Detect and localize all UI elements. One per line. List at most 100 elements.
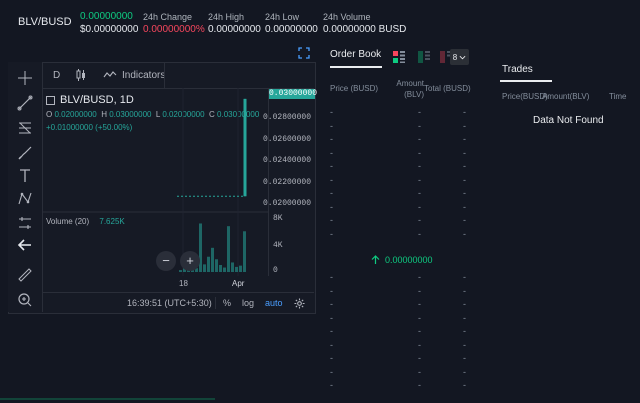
volume-legend-label: Volume (20) xyxy=(46,217,90,226)
volume-legend-value: 7.625K xyxy=(99,217,125,226)
volume-bar xyxy=(235,266,238,272)
chart-bottom-bar: 16:39:51 (UTC+5:30) % log auto xyxy=(43,292,314,313)
change-label: 24h Change xyxy=(143,12,193,22)
brush-icon[interactable] xyxy=(8,143,42,163)
ask-row-price-cell: - xyxy=(330,188,333,198)
ask-row-amount-cell: - xyxy=(418,174,421,185)
ask-row-price-cell: - xyxy=(330,228,333,239)
ask-row-price-cell: - xyxy=(330,120,333,131)
trades-empty-message: Data Not Found xyxy=(533,115,604,126)
ask-row-total-cell: - xyxy=(463,174,466,185)
bid-row-price-cell: - xyxy=(330,353,333,363)
back-arrow-icon[interactable] xyxy=(8,235,42,255)
candle-style-icon[interactable] xyxy=(75,62,87,88)
volume-legend: Volume (20) 7.625K xyxy=(46,217,125,226)
crosshair-icon[interactable] xyxy=(8,68,42,88)
ruler-icon[interactable] xyxy=(8,265,42,285)
interval-button[interactable]: D xyxy=(53,62,60,88)
ask-row-amount-cell: - xyxy=(418,188,421,198)
last-price-usd: $0.00000000 xyxy=(80,24,139,35)
ask-row-price-cell: - xyxy=(330,147,333,158)
orderbook-mid-price: 0.00000000 xyxy=(371,255,433,265)
low-label: 24h Low xyxy=(265,12,300,22)
zoom-icon[interactable] xyxy=(8,290,42,310)
indicators-icon xyxy=(103,71,117,78)
bid-row-price-cell: - xyxy=(330,299,333,309)
bid-row-amount-cell: - xyxy=(418,326,421,336)
orderbook-group-select[interactable]: 8 xyxy=(450,49,469,65)
price-scale[interactable]: 0.03000000 0.02800000 0.02600000 0.02400… xyxy=(263,88,317,276)
volume-tick: 4K xyxy=(273,241,283,250)
bid-row-price-cell: - xyxy=(330,285,333,296)
volume-bar xyxy=(223,267,226,272)
price-tick: 0.02600000 xyxy=(262,135,311,144)
volume-bar xyxy=(239,265,242,272)
bid-row-total-cell: - xyxy=(463,326,466,336)
price-tick: 0.02200000 xyxy=(262,178,311,187)
orderbook-col-total: Total (BUSD) xyxy=(424,84,471,93)
mid-price-value: 0.00000000 xyxy=(385,255,433,265)
pattern-tool-icon[interactable] xyxy=(8,189,42,209)
volume-bar xyxy=(219,265,222,272)
fullscreen-icon[interactable] xyxy=(298,47,310,59)
ask-row-price-cell: - xyxy=(330,107,333,117)
trades-col-price: Price(BUSD) xyxy=(502,92,548,101)
orderbook-view-bids-icon[interactable] xyxy=(418,51,430,66)
ask-row-amount-cell: - xyxy=(418,120,421,131)
bid-row-amount-cell: - xyxy=(418,299,421,309)
bid-row-total-cell: - xyxy=(463,285,466,296)
price-plot[interactable] xyxy=(43,88,268,276)
pair-name[interactable]: BLV/BUSD xyxy=(18,16,72,28)
ask-row-price-cell: - xyxy=(330,161,333,171)
bid-row-price-cell: - xyxy=(330,380,333,390)
bid-row-price-cell: - xyxy=(330,339,333,350)
orderbook-col-amount: Amount (BLV) xyxy=(396,79,424,99)
ask-row-amount-cell: - xyxy=(418,228,421,239)
indicators-button[interactable]: Indicators xyxy=(103,62,165,88)
bid-row-total-cell: - xyxy=(463,366,466,377)
trades-col-time: Time xyxy=(609,92,627,101)
volume-bar xyxy=(215,259,218,272)
bottom-strip xyxy=(0,398,215,400)
ask-row-price-cell: - xyxy=(330,174,333,185)
time-axis[interactable]: 18 Apr xyxy=(43,276,314,292)
price-tick: 0.02800000 xyxy=(262,113,311,122)
orderbook-tab-underline xyxy=(330,66,382,68)
group-value: 8 xyxy=(452,52,458,62)
fib-tool-icon[interactable] xyxy=(8,118,42,138)
ask-row-price-cell: - xyxy=(330,134,333,144)
log-toggle[interactable]: log xyxy=(242,293,254,313)
bid-row-price-cell: - xyxy=(330,312,333,323)
time-tick: Apr xyxy=(232,279,245,288)
bid-row-amount-cell: - xyxy=(418,353,421,363)
ask-row-total-cell: - xyxy=(463,228,466,239)
auto-toggle[interactable]: auto xyxy=(265,293,283,313)
trend-line-icon[interactable] xyxy=(8,93,42,113)
bid-row-total-cell: - xyxy=(463,299,466,309)
chart-topbar: D Indicators xyxy=(43,62,314,89)
zoom-in-button[interactable]: + xyxy=(180,251,200,271)
orderbook-title[interactable]: Order Book xyxy=(330,49,381,60)
volume-bar xyxy=(199,223,202,272)
text-tool-icon[interactable] xyxy=(8,166,42,186)
volume-tick: 8K xyxy=(273,214,283,223)
bid-row-total-cell: - xyxy=(463,380,466,390)
bid-row-total-cell: - xyxy=(463,312,466,323)
long-position-icon[interactable] xyxy=(8,213,42,233)
trades-tab-underline xyxy=(500,80,552,82)
volume-value: 0.00000000 BUSD xyxy=(323,24,407,35)
ask-row-amount-cell: - xyxy=(418,215,421,225)
chart-settings-icon[interactable] xyxy=(294,293,305,313)
bid-row-total-cell: - xyxy=(463,272,466,282)
percent-toggle[interactable]: % xyxy=(223,293,231,313)
ask-row-total-cell: - xyxy=(463,161,466,171)
ask-row-total-cell: - xyxy=(463,147,466,158)
zoom-out-button[interactable]: − xyxy=(156,251,176,271)
change-value: 0.00000000% xyxy=(143,24,205,35)
trades-title[interactable]: Trades xyxy=(502,64,533,75)
bid-row-price-cell: - xyxy=(330,272,333,282)
bottom-divider xyxy=(215,297,216,309)
drawing-toolbar xyxy=(8,62,43,312)
orderbook-view-both-icon[interactable] xyxy=(393,51,405,66)
high-label: 24h High xyxy=(208,12,245,22)
